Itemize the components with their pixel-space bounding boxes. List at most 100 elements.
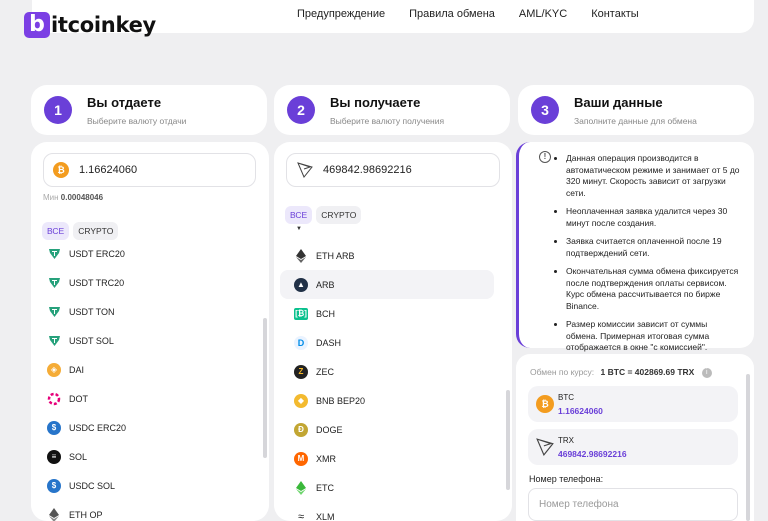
list-item[interactable]: USDT TRC20	[33, 268, 253, 297]
give-currency-list: USDT ERC20 USDT TRC20 USDT TON USDT SOL …	[33, 239, 253, 521]
min-label: Мин	[43, 193, 59, 202]
give-coin-name: BTC	[558, 393, 574, 402]
list-item[interactable]: [₿] BCH	[280, 299, 494, 328]
list-item[interactable]: ◈ DAI	[33, 355, 253, 384]
bitcoin-cash-icon: [₿]	[294, 307, 308, 320]
step-number: 3	[531, 96, 559, 124]
list-item[interactable]: Z ZEC	[280, 357, 494, 386]
dai-icon: ◈	[47, 362, 61, 377]
list-item-label: USDT ERC20	[69, 248, 125, 259]
list-item[interactable]: ▲ ARB	[280, 270, 494, 299]
get-amount-field[interactable]: 469842.98692216	[286, 153, 500, 187]
list-item-label: XLM	[316, 511, 335, 521]
list-item[interactable]: ETC	[280, 473, 494, 502]
give-currency-panel: ₿ 1.16624060 Мин 0.00048046 ВСЕ CRYPTO U…	[31, 142, 269, 521]
polkadot-icon	[47, 392, 61, 406]
summary-give-card: ₿ BTC 1.16624060	[528, 386, 738, 422]
list-item-label: USDT TRC20	[69, 277, 125, 288]
usdc-icon: $	[47, 478, 61, 493]
list-item[interactable]: ◆ BNB BEP20	[280, 386, 494, 415]
list-item[interactable]: ETH ARB	[280, 241, 494, 270]
tron-icon	[297, 162, 313, 178]
step-get-header: 2 Вы получаете Выберите валюту получения	[274, 85, 510, 135]
zcash-icon: Z	[294, 364, 308, 379]
filter-all-chip[interactable]: ВСЕ	[285, 206, 313, 224]
list-item[interactable]: ≡ SOL	[33, 442, 253, 471]
info-note: Данная операция производится в автоматич…	[566, 153, 741, 199]
list-item[interactable]: D DASH	[280, 328, 494, 357]
list-item-label: SOL	[69, 451, 88, 462]
get-currency-list: ETH ARB ▲ ARB [₿] BCH D DASH Z ZEC ◆ BNB…	[280, 241, 494, 521]
step-number: 2	[287, 96, 315, 124]
list-item[interactable]: USDT ERC20	[33, 239, 253, 268]
usdc-icon: $	[47, 420, 61, 435]
list-item-label: BCH	[316, 308, 336, 319]
solana-icon: ≡	[47, 449, 61, 464]
ethereum-icon	[47, 507, 61, 521]
list-item-label: ZEC	[316, 366, 334, 377]
summary-scrollbar[interactable]	[746, 374, 750, 521]
dash-icon: D	[294, 335, 308, 350]
list-item-label: ETH OP	[69, 509, 103, 520]
phone-input[interactable]	[528, 488, 738, 521]
list-item[interactable]: M XMR	[280, 444, 494, 473]
get-currency-panel: 469842.98692216 ВСЕ CRYPTO ▼ ETH ARB ▲ A…	[274, 142, 512, 521]
tether-icon	[47, 247, 61, 261]
get-filter-chips: ВСЕ CRYPTO	[285, 206, 362, 224]
list-item[interactable]: USDT TON	[33, 297, 253, 326]
step-subtitle: Выберите валюту получения	[330, 115, 445, 126]
get-list-scrollbar[interactable]	[506, 390, 510, 490]
nav-aml-kyc-link[interactable]: AML/KYC	[519, 8, 567, 20]
give-amount-field[interactable]: ₿ 1.16624060	[43, 153, 256, 187]
bitcoin-icon: ₿	[536, 395, 554, 413]
list-item[interactable]: USDT SOL	[33, 326, 253, 355]
bnb-icon: ◆	[294, 393, 308, 408]
info-icon: !	[539, 151, 551, 163]
min-value: 0.00048046	[60, 193, 104, 202]
list-item[interactable]: $ USDC ERC20	[33, 413, 253, 442]
give-coin-amount: 1.16624060	[558, 406, 603, 416]
filter-all-chip[interactable]: ВСЕ	[42, 222, 70, 240]
tron-icon	[536, 438, 554, 461]
logo-text: itcoinkey	[51, 13, 156, 37]
list-item[interactable]: $ USDC SOL	[33, 471, 253, 500]
stellar-icon: ≈	[297, 510, 305, 521]
list-item[interactable]: ≈ XLM	[280, 502, 494, 521]
list-item-label: USDT SOL	[69, 335, 114, 346]
list-item-label: XMR	[316, 453, 336, 464]
give-list-scrollbar[interactable]	[263, 318, 267, 458]
monero-icon: M	[294, 451, 308, 466]
list-item-label: USDT TON	[69, 306, 115, 317]
list-item-label: DOGE	[316, 424, 343, 435]
nav-contacts-link[interactable]: Контакты	[591, 8, 639, 20]
filter-crypto-chip[interactable]: CRYPTO	[316, 206, 362, 224]
info-note: Заявка считается оплаченной после 19 под…	[566, 236, 741, 259]
filter-crypto-chip[interactable]: CRYPTO	[73, 222, 119, 240]
list-item-label: USDC ERC20	[69, 422, 127, 433]
exchange-rate: Обмен по курсу: 1 BTC = 402869.69 TRX i	[530, 367, 712, 378]
list-item[interactable]: Ð DOGE	[280, 415, 494, 444]
exchange-summary-panel: Обмен по курсу: 1 BTC = 402869.69 TRX i …	[516, 354, 754, 521]
nav-warning-link[interactable]: Предупреждение	[297, 8, 385, 20]
list-item-label: ARB	[316, 279, 335, 290]
step-give-header: 1 Вы отдаете Выберите валюту отдачи	[31, 85, 267, 135]
give-amount-value: 1.16624060	[79, 164, 138, 176]
get-amount-value: 469842.98692216	[323, 164, 412, 176]
info-note: Неоплаченная заявка удалится через 30 ми…	[566, 206, 741, 229]
list-item-label: DAI	[69, 364, 85, 375]
list-item[interactable]: ETH OP	[33, 500, 253, 521]
step-number: 1	[44, 96, 72, 124]
phone-label: Номер телефона:	[529, 474, 604, 484]
list-item-label: DOT	[69, 393, 88, 404]
nav-rules-link[interactable]: Правила обмена	[409, 8, 495, 20]
list-item[interactable]: DOT	[33, 384, 253, 413]
give-filter-chips: ВСЕ CRYPTO	[42, 222, 119, 240]
help-icon[interactable]: i	[701, 367, 712, 378]
tether-icon	[47, 334, 61, 348]
rate-value: 1 BTC = 402869.69 TRX	[600, 367, 695, 377]
step-subtitle: Выберите валюту отдачи	[87, 115, 187, 126]
info-note: Окончательная сумма обмена фиксируется п…	[566, 266, 741, 312]
ethereum-classic-icon	[294, 480, 308, 495]
logo[interactable]: b itcoinkey	[24, 8, 156, 42]
ethereum-icon	[294, 248, 308, 263]
